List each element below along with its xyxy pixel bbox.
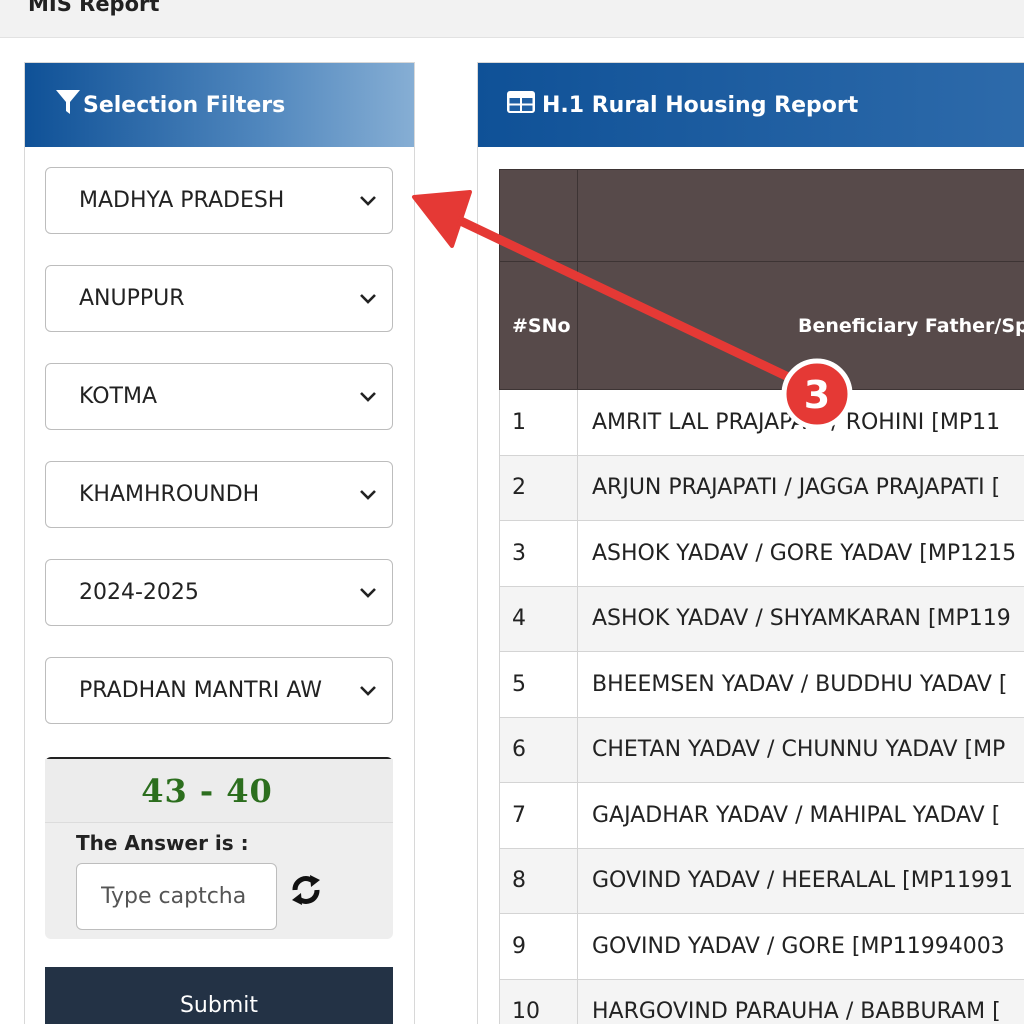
row-sno: 5	[499, 651, 578, 718]
captcha-image: 43 - 40	[45, 759, 393, 823]
table-row: 6 CHETAN YADAV / CHUNNU YADAV [MP	[499, 716, 1024, 783]
rural-housing-report-panel: H.1 Rural Housing Report #SNo Beneficiar…	[477, 62, 1024, 1024]
row-sno: 7	[499, 782, 578, 849]
captcha-answer-label: The Answer is :	[76, 831, 249, 855]
row-beneficiary: ARJUN PRAJAPATI / JAGGA PRAJAPATI [	[577, 454, 1024, 521]
year-select-value: 2024-2025	[79, 580, 199, 605]
selection-filters-panel: Selection Filters MADHYA PRADESH ANUPPUR…	[24, 62, 415, 1024]
captcha-input[interactable]	[76, 863, 277, 930]
row-sno: 2	[499, 454, 578, 521]
column-header-sno: #SNo	[499, 261, 578, 390]
chevron-down-icon	[360, 195, 376, 206]
selection-filters-title: Selection Filters	[83, 92, 286, 118]
scheme-select-value: PRADHAN MANTRI AW	[79, 678, 322, 703]
row-sno: 6	[499, 716, 578, 783]
block-select[interactable]: KOTMA	[45, 363, 393, 430]
row-sno: 3	[499, 520, 578, 587]
table-row: 8 GOVIND YADAV / HEERALAL [MP11991	[499, 847, 1024, 914]
selection-filters-header: Selection Filters	[25, 63, 414, 147]
table-icon	[506, 90, 542, 120]
captcha-challenge: 43 - 40	[141, 771, 273, 810]
table-row: 10 HARGOVIND PARAUHA / BABBURAM [	[499, 978, 1024, 1024]
table-header-row: #SNo Beneficiary Father/Spo	[499, 261, 1024, 390]
chevron-down-icon	[360, 587, 376, 598]
district-select[interactable]: ANUPPUR	[45, 265, 393, 332]
table-row: 3 ASHOK YADAV / GORE YADAV [MP1215	[499, 520, 1024, 587]
scheme-select[interactable]: PRADHAN MANTRI AW	[45, 657, 393, 724]
table-row: 9 GOVIND YADAV / GORE [MP11994003	[499, 913, 1024, 980]
refresh-captcha-icon[interactable]	[287, 871, 325, 909]
block-select-value: KOTMA	[79, 384, 158, 409]
row-sno: 8	[499, 847, 578, 914]
report-header: H.1 Rural Housing Report	[478, 63, 1024, 147]
year-select[interactable]: 2024-2025	[45, 559, 393, 626]
row-beneficiary: CHETAN YADAV / CHUNNU YADAV [MP	[577, 716, 1024, 783]
row-beneficiary: BHEEMSEN YADAV / BUDDHU YADAV [	[577, 651, 1024, 718]
chevron-down-icon	[360, 293, 376, 304]
table-row: 1 AMRIT LAL PRAJAPATI / ROHINI [MP11	[499, 389, 1024, 456]
row-sno: 10	[499, 978, 578, 1024]
row-beneficiary: GAJADHAR YADAV / MAHIPAL YADAV [	[577, 782, 1024, 849]
table-row: 7 GAJADHAR YADAV / MAHIPAL YADAV [	[499, 782, 1024, 849]
mis-report-page: MIS Report Selection Filters MADHYA PRAD…	[0, 0, 1024, 1024]
panchayat-select-value: KHAMHROUNDH	[79, 482, 260, 507]
arrow-head-icon	[412, 190, 472, 248]
row-beneficiary: GOVIND YADAV / HEERALAL [MP11991	[577, 847, 1024, 914]
chevron-down-icon	[360, 489, 376, 500]
state-select-value: MADHYA PRADESH	[79, 188, 285, 213]
row-beneficiary: GOVIND YADAV / GORE [MP11994003	[577, 913, 1024, 980]
chevron-down-icon	[360, 685, 376, 696]
table-row: 5 BHEEMSEN YADAV / BUDDHU YADAV [	[499, 651, 1024, 718]
table-header-group-row	[499, 169, 1024, 262]
state-select[interactable]: MADHYA PRADESH	[45, 167, 393, 234]
row-beneficiary: ASHOK YADAV / SHYAMKARAN [MP119	[577, 585, 1024, 652]
row-beneficiary: HARGOVIND PARAUHA / BABBURAM [	[577, 978, 1024, 1024]
page-title: MIS Report	[28, 0, 160, 16]
top-bar: MIS Report	[0, 0, 1024, 38]
chevron-down-icon	[360, 391, 376, 402]
column-header-beneficiary: Beneficiary Father/Spo	[577, 261, 1024, 390]
header-blank-cell	[499, 169, 578, 262]
captcha-box: 43 - 40 The Answer is :	[45, 757, 393, 939]
table-row: 4 ASHOK YADAV / SHYAMKARAN [MP119	[499, 585, 1024, 652]
row-beneficiary: AMRIT LAL PRAJAPATI / ROHINI [MP11	[577, 389, 1024, 456]
header-blank-cell	[577, 169, 1024, 262]
report-table: #SNo Beneficiary Father/Spo 1 AMRIT LAL P…	[499, 169, 1024, 1024]
report-title: H.1 Rural Housing Report	[542, 92, 859, 118]
row-beneficiary: ASHOK YADAV / GORE YADAV [MP1215	[577, 520, 1024, 587]
submit-button[interactable]: Submit	[45, 967, 393, 1024]
table-row: 2 ARJUN PRAJAPATI / JAGGA PRAJAPATI [	[499, 454, 1024, 521]
filter-icon	[55, 88, 83, 122]
district-select-value: ANUPPUR	[79, 286, 185, 311]
row-sno: 1	[499, 389, 578, 456]
row-sno: 9	[499, 913, 578, 980]
row-sno: 4	[499, 585, 578, 652]
panchayat-select[interactable]: KHAMHROUNDH	[45, 461, 393, 528]
